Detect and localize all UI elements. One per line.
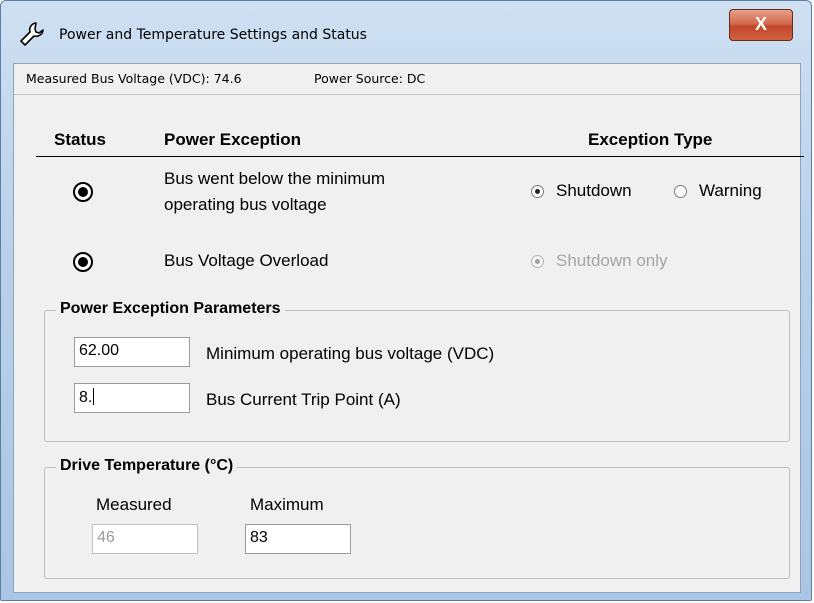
close-button[interactable]: X [729,9,793,41]
shutdown-only-radio [531,255,544,268]
shutdown-only-label: Shutdown only [556,251,668,270]
exception-type-header: Exception Type [588,130,713,149]
power-exception-parameters-group [44,310,790,442]
maximum-temperature-input[interactable]: 83 [245,524,351,554]
measured-temperature-field: 46 [92,524,198,554]
wrench-icon [20,22,44,46]
shutdown-radio-label[interactable]: Shutdown [556,180,632,202]
status-indicator-overload [73,252,93,272]
shutdown-radio[interactable] [531,185,544,198]
window-title: Power and Temperature Settings and Statu… [59,27,367,43]
status-bar: Measured Bus Voltage (VDC): 74.6 Power S… [14,64,800,95]
text-caret [93,388,95,405]
undervoltage-description-line1: Bus went below the minimum [164,169,386,188]
warning-radio-label[interactable]: Warning [699,180,762,202]
warning-radio[interactable] [674,185,687,198]
measured-label: Measured [96,495,172,514]
drive-temperature-group [44,467,790,579]
trip-point-label: Bus Current Trip Point (A) [206,390,401,409]
header-divider [36,156,804,157]
bus-voltage-readout: Measured Bus Voltage (VDC): 74.6 [26,71,242,86]
min-voltage-label: Minimum operating bus voltage (VDC) [206,344,495,363]
dialog-client-area: Measured Bus Voltage (VDC): 74.6 Power S… [13,63,804,593]
drive-temperature-legend: Drive Temperature (°C) [56,457,238,475]
power-exception-parameters-legend: Power Exception Parameters [56,300,285,318]
status-indicator-undervoltage [73,182,93,202]
dialog-window: Power and Temperature Settings and Statu… [0,0,812,601]
undervoltage-description-line2: operating bus voltage [164,195,327,214]
min-voltage-input[interactable]: 62.00 [74,337,190,367]
title-bar[interactable]: Power and Temperature Settings and Statu… [1,1,811,63]
power-source-readout: Power Source: DC [314,71,426,86]
maximum-label: Maximum [250,495,324,514]
trip-point-input[interactable]: 8. [74,383,190,413]
power-exception-header: Power Exception [164,130,301,149]
overload-description: Bus Voltage Overload [164,251,329,270]
status-header: Status [54,130,106,149]
